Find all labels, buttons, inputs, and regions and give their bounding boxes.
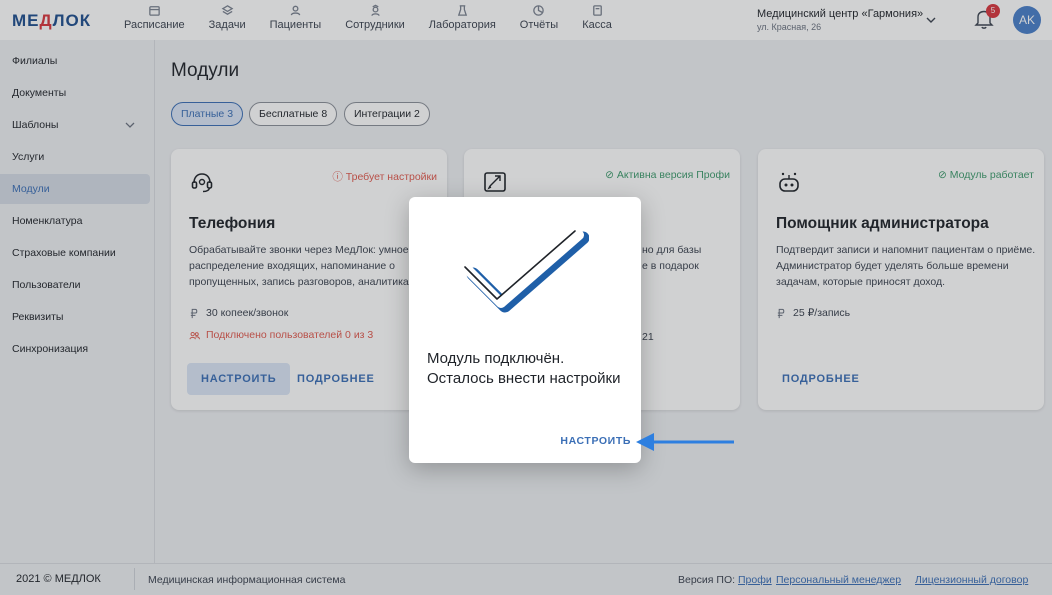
checkmark-icon: [464, 230, 589, 313]
modal-configure-button[interactable]: НАСТРОИТЬ: [560, 435, 631, 447]
success-modal: Модуль подключён. Осталось внести настро…: [409, 197, 641, 463]
modal-message: Модуль подключён. Осталось внести настро…: [427, 350, 621, 387]
arrow-left-icon: [636, 433, 734, 451]
